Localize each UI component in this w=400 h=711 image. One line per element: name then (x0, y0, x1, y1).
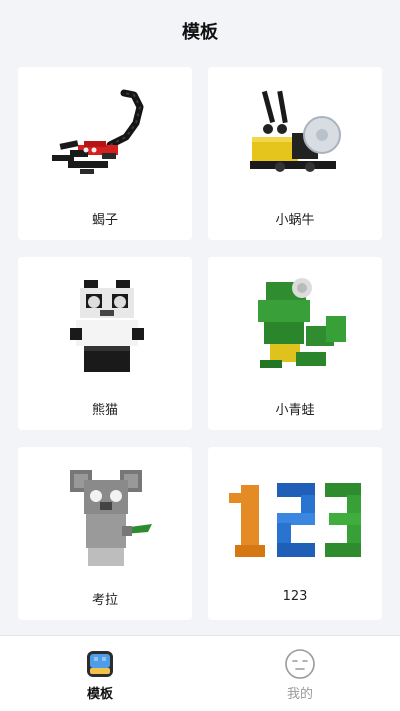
template-label: 考拉 (91, 593, 118, 608)
scorpion-model-icon (18, 73, 192, 201)
template-card-koala[interactable]: 考拉 (18, 447, 192, 620)
template-card-123[interactable]: 123 (208, 447, 382, 620)
koala-model-icon (18, 453, 192, 581)
template-card-snail[interactable]: 小蜗牛 (208, 67, 382, 240)
number-123-model-icon (208, 453, 382, 581)
template-label: 蝎子 (91, 213, 118, 228)
tab-templates[interactable]: 模板 (60, 648, 140, 708)
template-label: 小蜗牛 (275, 213, 315, 228)
panda-model-icon (18, 263, 192, 391)
tab-label: 模板 (86, 687, 113, 702)
template-card-frog[interactable]: 小青蛙 (208, 257, 382, 430)
template-label: 123 (282, 589, 308, 604)
tab-mine[interactable]: 我的 (260, 648, 340, 708)
template-label: 熊猫 (91, 403, 118, 418)
profile-face-icon (285, 649, 315, 679)
snail-model-icon (208, 73, 382, 201)
frog-model-icon (208, 263, 382, 391)
template-label: 小青蛙 (275, 403, 315, 418)
template-card-scorpion[interactable]: 蝎子 (18, 67, 192, 240)
tab-label: 我的 (286, 687, 313, 702)
template-grid: 蝎子 小蜗牛 熊猫 小青蛙 考拉 123 (0, 0, 400, 640)
bottom-tab-bar: 模板 我的 (0, 635, 400, 711)
template-card-panda[interactable]: 熊猫 (18, 257, 192, 430)
template-tab-icon (87, 651, 113, 677)
